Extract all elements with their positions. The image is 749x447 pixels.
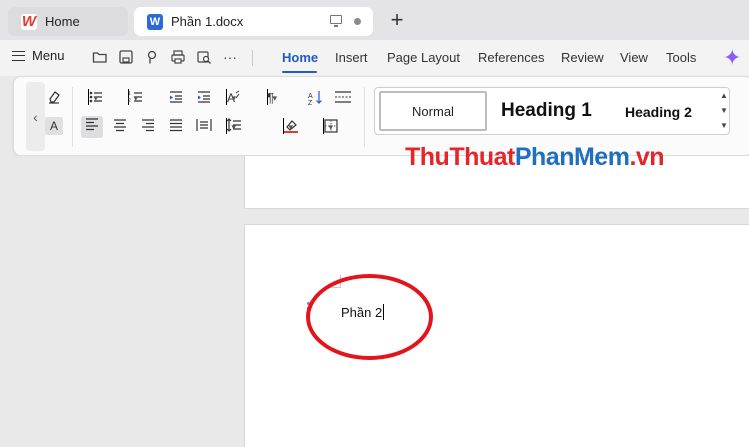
open-folder-icon[interactable] — [92, 49, 108, 65]
menu-divider — [252, 50, 253, 66]
ribbon-divider — [72, 87, 73, 147]
tab-home-ribbon[interactable]: Home — [282, 50, 318, 65]
watermark-part-2: PhanMem — [514, 143, 630, 171]
increase-indent-icon[interactable] — [195, 89, 213, 107]
tab-review[interactable]: Review — [561, 50, 604, 65]
char-shading-icon[interactable]: A — [45, 117, 63, 135]
style-heading-1[interactable]: Heading 1 — [501, 100, 592, 122]
print-preview-icon[interactable] — [196, 49, 212, 65]
align-left-button[interactable] — [81, 116, 103, 138]
align-right-icon[interactable] — [139, 118, 157, 136]
svg-text:Z: Z — [308, 100, 313, 105]
numbered-list-icon[interactable]: 12 — [128, 89, 142, 107]
tab-insert[interactable]: Insert — [335, 50, 368, 65]
new-tab-button[interactable]: + — [386, 8, 408, 32]
wps-logo-icon: W — [21, 13, 37, 30]
chevron-up-icon[interactable]: ▲ — [718, 88, 730, 103]
chevron-down-icon[interactable]: ▼ — [718, 103, 730, 118]
decrease-indent-icon[interactable] — [167, 89, 185, 107]
sort-icon[interactable]: AZ — [306, 89, 324, 107]
watermark-part-3: .vn — [629, 143, 665, 171]
change-case-icon[interactable]: A — [226, 89, 240, 107]
clear-formatting-icon[interactable] — [45, 89, 63, 107]
tab-tools[interactable]: Tools — [666, 50, 696, 65]
styles-gallery: Normal Heading 1 Heading 2 ▲ ▼ ▼ — [374, 87, 730, 135]
watermark-part-1: ThuThuat — [405, 143, 515, 171]
svg-text:A: A — [227, 91, 235, 105]
svg-text:1: 1 — [128, 91, 131, 97]
ribbon-scroll-left-button[interactable]: ‹ — [26, 82, 45, 151]
unsaved-dot-icon[interactable] — [354, 18, 361, 25]
format-painter-icon[interactable] — [144, 49, 160, 65]
paragraph-mark-icon[interactable]: ¶ — [267, 89, 277, 107]
tab-references[interactable]: References — [478, 50, 544, 65]
menu-button[interactable]: Menu — [12, 48, 65, 63]
print-icon[interactable] — [170, 49, 186, 65]
distributed-align-icon[interactable] — [195, 118, 213, 136]
svg-text:A: A — [308, 93, 313, 100]
expand-gallery-icon[interactable]: ▼ — [718, 118, 730, 133]
shading-icon[interactable] — [283, 118, 298, 136]
tab-document[interactable]: W Phần 1.docx — [134, 7, 373, 36]
tab-bar: W Home W Phần 1.docx + — [0, 0, 749, 40]
writer-logo-icon: W — [147, 13, 163, 30]
ribbon-divider — [364, 87, 365, 147]
style-normal[interactable]: Normal — [379, 91, 487, 131]
hamburger-icon — [12, 50, 25, 61]
highlight-ellipse — [306, 274, 433, 360]
tab-view[interactable]: View — [620, 50, 648, 65]
monitor-icon[interactable] — [330, 15, 342, 27]
justify-icon[interactable] — [167, 118, 185, 136]
watermark: ThuThuatPhanMem.vn — [405, 143, 665, 172]
save-icon[interactable] — [118, 49, 134, 65]
tab-page-layout[interactable]: Page Layout — [387, 50, 460, 65]
tab-home-label: Home — [45, 14, 80, 29]
line-spacing-icon[interactable] — [226, 118, 241, 136]
tab-document-label: Phần 1.docx — [171, 14, 244, 29]
ai-sparkle-icon[interactable]: ✦ — [723, 45, 741, 71]
active-tab-indicator — [282, 71, 317, 73]
more-icon[interactable]: ··· — [222, 49, 238, 65]
borders-icon[interactable] — [323, 118, 338, 136]
styles-scroll[interactable]: ▲ ▼ ▼ — [718, 88, 730, 134]
menu-bar: Menu ··· Home Insert Page Layout Referen… — [0, 40, 749, 76]
style-heading-2[interactable]: Heading 2 — [625, 104, 692, 120]
show-hide-icon[interactable] — [334, 89, 352, 107]
align-center-icon[interactable] — [111, 118, 129, 136]
bullet-list-icon[interactable] — [88, 89, 102, 107]
tab-home[interactable]: W Home — [8, 7, 128, 36]
menu-label: Menu — [32, 48, 65, 63]
svg-text:2: 2 — [128, 98, 131, 104]
